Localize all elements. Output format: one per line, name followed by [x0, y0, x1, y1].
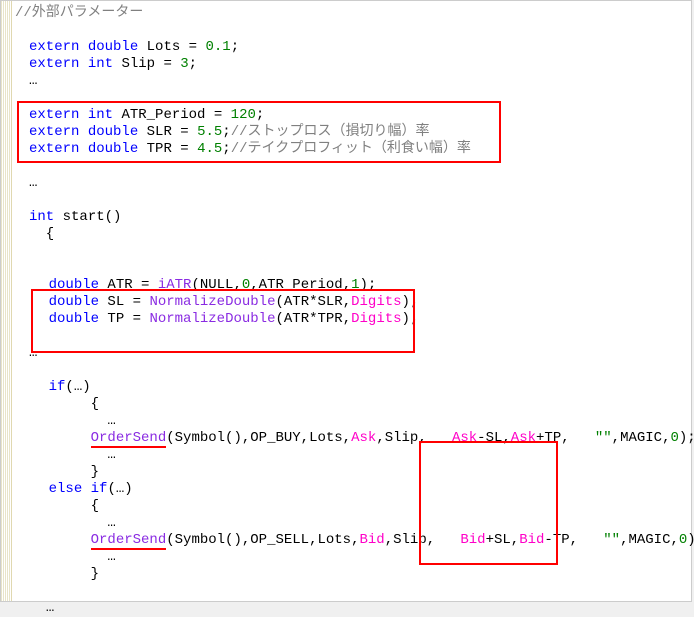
code-line: … — [15, 515, 691, 532]
code-line: double SL = NormalizeDouble(ATR*SLR,Digi… — [15, 294, 691, 311]
comment: //外部パラメーター — [15, 5, 143, 21]
code-line: extern double Lots = 0.1; — [15, 39, 691, 56]
blank-line — [15, 22, 691, 39]
code-line: extern double TPR = 4.5;//テイクプロフィット（利食い幅… — [15, 141, 691, 158]
code-line: int start() — [15, 209, 691, 226]
blank-line — [15, 583, 691, 600]
code-line: … — [15, 549, 691, 566]
blank-line — [15, 362, 691, 379]
code-line: double TP = NormalizeDouble(ATR*TPR,Digi… — [15, 311, 691, 328]
ordersend-call: OrderSend — [91, 532, 167, 550]
code-line: extern int Slip = 3; — [15, 56, 691, 73]
code-line: extern int ATR_Period = 120; — [15, 107, 691, 124]
blank-line — [15, 90, 691, 107]
code-line: … — [15, 73, 691, 90]
code-line: OrderSend(Symbol(),OP_SELL,Lots,Bid,Slip… — [15, 532, 691, 549]
code-line: extern double SLR = 5.5;//ストップロス（損切り幅）率 — [15, 124, 691, 141]
code-line: } — [15, 464, 691, 481]
code-line: … — [15, 447, 691, 464]
code-line: double ATR = iATR(NULL,0,ATR_Period,1); — [15, 277, 691, 294]
blank-line — [15, 243, 691, 260]
code-line: … — [15, 345, 691, 362]
code-line: … — [15, 175, 691, 192]
code-area: //外部パラメーター extern double Lots = 0.1; ext… — [11, 1, 691, 617]
code-line: //外部パラメーター — [15, 5, 691, 22]
code-line: … — [15, 600, 691, 617]
code-editor: //外部パラメーター extern double Lots = 0.1; ext… — [0, 0, 692, 602]
code-line: } — [15, 566, 691, 583]
code-line: { — [15, 396, 691, 413]
code-line: { — [15, 498, 691, 515]
code-line: … — [15, 413, 691, 430]
code-line: if(…) — [15, 379, 691, 396]
code-line: else if(…) — [15, 481, 691, 498]
code-line: { — [15, 226, 691, 243]
blank-line — [15, 192, 691, 209]
blank-line — [15, 328, 691, 345]
blank-line — [15, 158, 691, 175]
fold-gutter — [1, 1, 12, 601]
code-line: OrderSend(Symbol(),OP_BUY,Lots,Ask,Slip,… — [15, 430, 691, 447]
ordersend-call: OrderSend — [91, 430, 167, 448]
blank-line — [15, 260, 691, 277]
